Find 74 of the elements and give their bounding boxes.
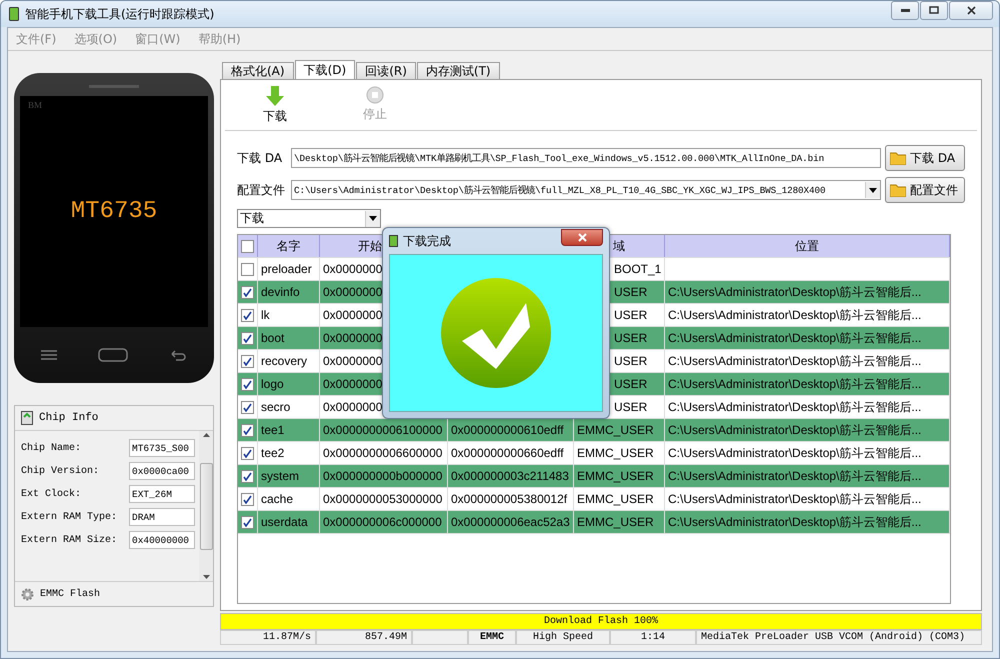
table-cell: C:\Users\Administrator\Desktop\筋斗云智能后... <box>665 304 950 326</box>
info-field[interactable]: 0x40000000 <box>129 531 195 549</box>
column-header: 位置 <box>795 238 819 254</box>
tab[interactable]: 格式化(A) <box>222 62 294 79</box>
tab[interactable]: 回读(R) <box>356 62 416 79</box>
field-label: 配置文件 <box>237 182 286 198</box>
field-label: Chip Name: <box>21 442 82 454</box>
da-path-field[interactable]: \Desktop\筋斗云智能后视镜\MTK单路刷机工具\SP_Flash_Tool_exe_Windows_v5.1512.00.000\MTK_AllInOne_DA.bin <box>291 148 881 168</box>
download-button[interactable]: 下载 <box>255 86 295 130</box>
table-cell: 0x000000006c000000 <box>320 511 448 533</box>
chip-label: MT6735 <box>70 198 158 225</box>
info-field[interactable]: EXT_26M <box>129 485 195 503</box>
status-text: 11.87M/s <box>220 630 316 645</box>
column-header: 域 <box>613 238 625 254</box>
tab[interactable]: 内存测试(T) <box>416 62 500 79</box>
status-text: High Speed <box>516 630 610 645</box>
table-cell: 0x000000005380012f <box>448 488 574 510</box>
table-cell: EMMC_USER <box>574 442 665 464</box>
table-cell: lk <box>258 304 320 326</box>
progress-label: Download Flash 100% <box>544 616 658 627</box>
panel-title: EMMC Flash <box>40 588 100 600</box>
mode-select[interactable]: 下载 <box>237 209 381 228</box>
table-cell: C:\Users\Administrator\Desktop\筋斗云智能后... <box>665 396 950 418</box>
status-text: MediaTek PreLoader USB VCOM (Android) (COM3) <box>696 630 982 645</box>
da-button[interactable]: 下载 DA <box>885 145 965 171</box>
table-cell: userdata <box>258 511 320 533</box>
table-cell: 0x0000000053000000 <box>320 488 448 510</box>
table-cell: C:\Users\Administrator\Desktop\筋斗云智能后... <box>665 465 950 487</box>
table-cell: tee2 <box>258 442 320 464</box>
field-label: 下载 DA <box>237 150 284 166</box>
table-cell: C:\Users\Administrator\Desktop\筋斗云智能后... <box>665 488 950 510</box>
table-cell: preloader <box>258 258 320 280</box>
table-cell: boot <box>258 327 320 349</box>
field-label: Extern RAM Type: <box>21 512 118 522</box>
field-label: Chip Version: <box>21 466 100 476</box>
table-cell: 0x000000006eac52a3 <box>448 511 574 533</box>
table-cell: tee1 <box>258 419 320 441</box>
field-label: Ext Clock: <box>21 488 82 500</box>
table-cell: C:\Users\Administrator\Desktop\筋斗云智能后... <box>665 350 950 372</box>
table-cell: cache <box>258 488 320 510</box>
table-cell: logo <box>258 373 320 395</box>
phone-brand: BM <box>28 100 42 110</box>
dialog-title: 下载完成 <box>403 232 452 250</box>
table-cell: recovery <box>258 350 320 372</box>
field-label: Extern RAM Size: <box>21 534 118 546</box>
status-text: 1:14 <box>610 630 696 645</box>
panel-title: Chip Info <box>39 412 98 424</box>
table-cell: C:\Users\Administrator\Desktop\筋斗云智能后... <box>665 373 950 395</box>
table-cell: EMMC_USER <box>574 511 665 533</box>
table-cell: system <box>258 465 320 487</box>
info-field[interactable]: DRAM <box>129 508 195 526</box>
info-field[interactable]: 0x0000ca00 <box>129 462 195 480</box>
status-text: 857.49M <box>316 630 412 645</box>
status-text: EMMC <box>468 630 516 645</box>
table-cell: 0x000000003c211483 <box>448 465 574 487</box>
window-title: 智能手机下载工具(运行时跟踪模式) <box>25 6 216 22</box>
column-header: 开始 <box>358 238 382 254</box>
table-cell: C:\Users\Administrator\Desktop\筋斗云智能后... <box>665 511 950 533</box>
tab[interactable]: 下载(D) <box>294 60 356 79</box>
table-cell: 0x000000000660edff <box>448 442 574 464</box>
table-cell: EMMC_USER <box>574 465 665 487</box>
table-cell: secro <box>258 396 320 418</box>
table-cell: EMMC_USER <box>574 488 665 510</box>
info-field[interactable]: MT6735_S00 <box>129 439 195 457</box>
table-cell: C:\Users\Administrator\Desktop\筋斗云智能后... <box>665 281 950 303</box>
table-cell: 0x0000000006600000 <box>320 442 448 464</box>
table-cell: 0x000000000b000000 <box>320 465 448 487</box>
table-cell: C:\Users\Administrator\Desktop\筋斗云智能后... <box>665 442 950 464</box>
table-cell: devinfo <box>258 281 320 303</box>
table-cell: C:\Users\Administrator\Desktop\筋斗云智能后... <box>665 419 950 441</box>
scatter-button[interactable]: 配置文件 <box>885 177 965 203</box>
column-header: 名字 <box>276 238 300 254</box>
table-cell: C:\Users\Administrator\Desktop\筋斗云智能后... <box>665 327 950 349</box>
scatter-file-field[interactable]: C:\Users\Administrator\Desktop\筋斗云智能后视镜\full_MZL_X8_PL_T10_4G_SBC_YK_XGC_WJ_IPS_BWS_1280X400 <box>291 180 881 200</box>
